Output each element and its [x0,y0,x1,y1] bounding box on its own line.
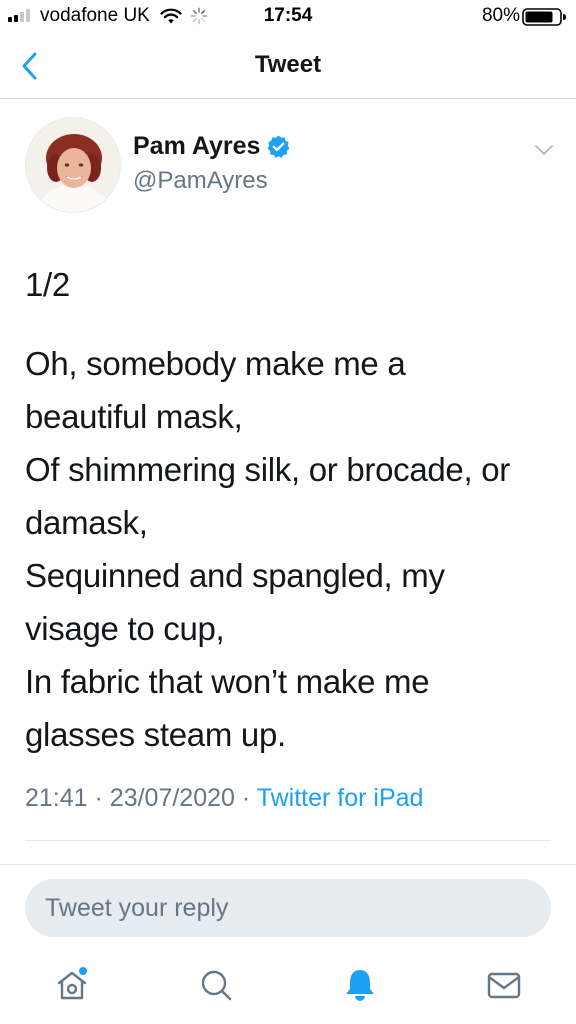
tweet-source-link[interactable]: Twitter for iPad [257,784,424,812]
tweet-metadata: 21:41 · 23/07/2020 · Twitter for iPad [25,784,423,813]
tweet-line: Sequinned and spangled, my [25,557,445,594]
tweet-date: 23/07/2020 [109,784,235,812]
tab-notifications[interactable] [340,965,380,1005]
divider [0,864,576,865]
battery-icon [522,8,566,26]
tweet-line: Of shimmering silk, or brocade, or [25,451,510,488]
tab-bar [0,955,576,1024]
navigation-bar: Tweet [0,34,576,99]
tweet-line: visage to cup, [25,610,225,647]
verified-badge-icon [267,135,290,158]
chevron-down-icon[interactable] [532,138,556,162]
tweet-line: glasses steam up. [25,716,286,753]
tweet-line: beautiful mask, [25,398,243,435]
tweet-text: 1/2 Oh, somebody make me a beautiful mas… [25,258,555,761]
avatar[interactable] [25,117,121,213]
home-icon [57,967,87,1000]
status-bar: vodafone UK 17:54 80% [0,0,576,34]
tweet-line: In fabric that won’t make me [25,663,430,700]
tab-messages[interactable] [484,965,524,1005]
tweet-line: Oh, somebody make me a [25,345,406,382]
search-icon [201,970,232,1001]
tweet-line: 1/2 [25,266,70,303]
author-name-row[interactable]: Pam Ayres [133,132,291,161]
battery-percentage: 80% [481,5,520,26]
tweet-line: damask, [25,504,148,541]
tab-search[interactable] [196,965,236,1005]
tweet-time: 21:41 [25,784,88,812]
envelope-icon [487,972,521,999]
author-handle[interactable]: @PamAyres [133,167,268,195]
profile-photo [26,118,120,212]
meta-separator: · [94,784,110,812]
bell-icon [346,970,374,1001]
page-title: Tweet [254,51,322,78]
divider [25,840,551,841]
tab-home[interactable] [52,965,92,1005]
meta-separator: · [241,784,257,812]
author-name: Pam Ayres [133,132,261,160]
reply-input[interactable] [25,879,551,937]
